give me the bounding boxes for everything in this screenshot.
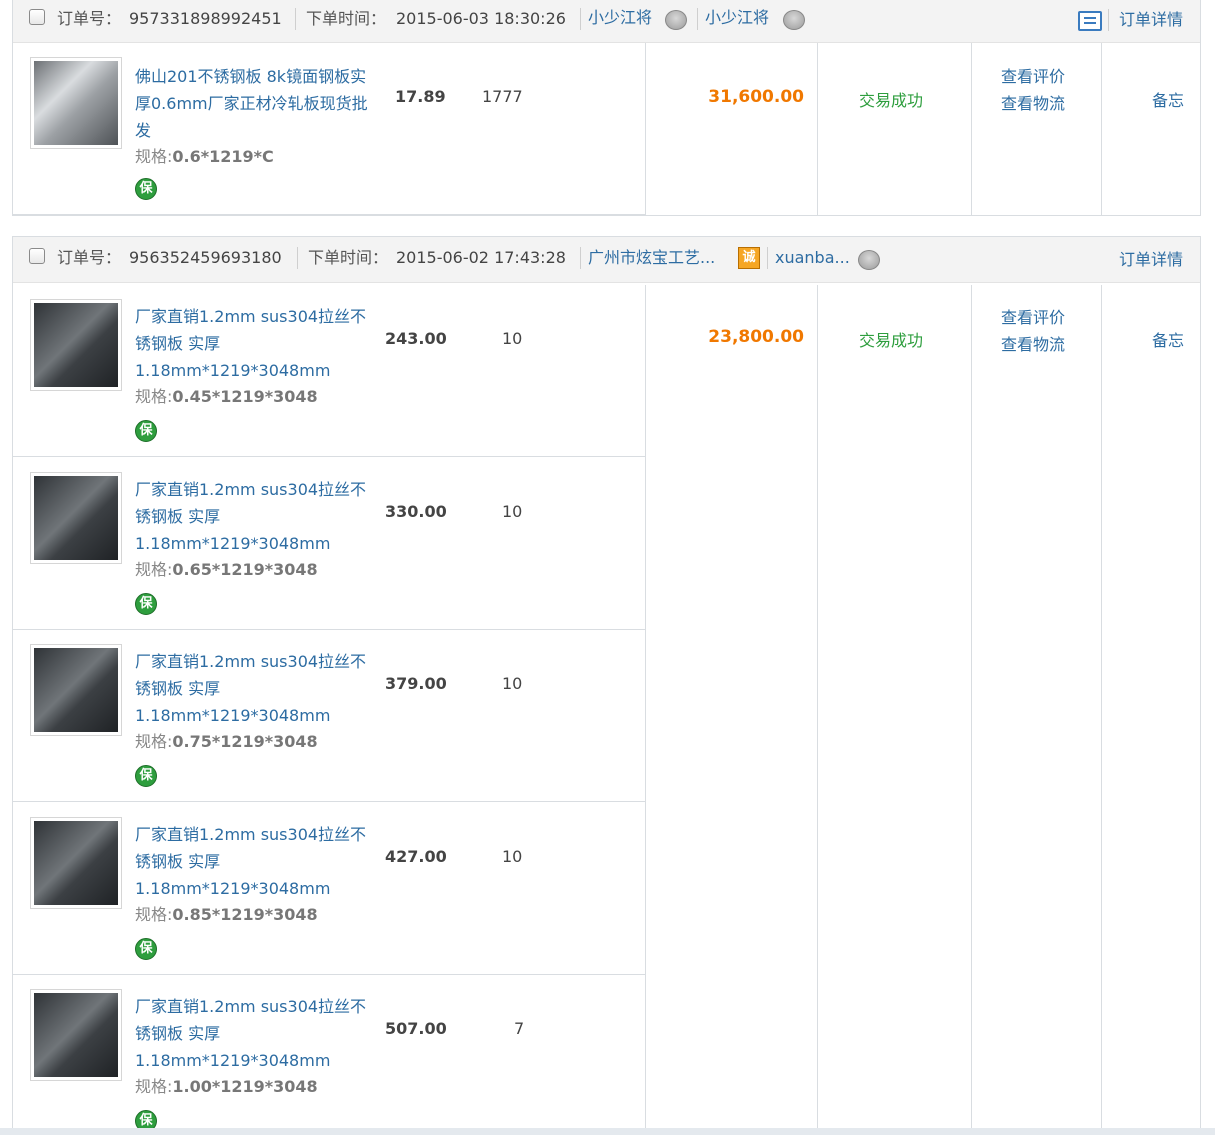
product-thumbnail[interactable] bbox=[30, 817, 122, 909]
order-item: 厂家直销1.2mm sus304拉丝不锈钢板 实厚1.18mm*1219*304… bbox=[13, 630, 645, 802]
checkbox-icon[interactable] bbox=[29, 9, 45, 25]
buyer-link[interactable]: 小少江将 bbox=[705, 8, 769, 28]
column-divider bbox=[645, 285, 646, 1135]
cheng-xin-badge-icon: 诚 bbox=[738, 247, 760, 269]
product-title-link[interactable]: 厂家直销1.2mm sus304拉丝不锈钢板 实厚1.18mm*1219*304… bbox=[135, 821, 375, 902]
product-thumbnail[interactable] bbox=[30, 644, 122, 736]
quantity: 10 bbox=[502, 847, 523, 866]
order-item: 厂家直销1.2mm sus304拉丝不锈钢板 实厚1.18mm*1219*304… bbox=[13, 458, 645, 630]
checkbox-icon[interactable] bbox=[29, 248, 45, 264]
bao-guarantee-icon: 保 bbox=[135, 593, 157, 615]
order-total-amount: 23,800.00 bbox=[708, 327, 804, 347]
product-thumbnail[interactable] bbox=[30, 472, 122, 564]
unit-price: 379.00 bbox=[385, 674, 447, 693]
order-item: 厂家直销1.2mm sus304拉丝不锈钢板 实厚1.18mm*1219*304… bbox=[13, 975, 645, 1135]
header-divider bbox=[580, 8, 581, 30]
bao-guarantee-icon: 保 bbox=[135, 765, 157, 787]
unit-price: 427.00 bbox=[385, 847, 447, 866]
order-time: 2015-06-02 17:43:28 bbox=[396, 248, 566, 267]
product-spec: 规格:0.85*1219*3048 bbox=[135, 905, 318, 924]
product-spec: 规格:0.6*1219*C bbox=[135, 147, 274, 166]
product-thumbnail[interactable] bbox=[30, 299, 122, 391]
order-item: 佛山201不锈钢板 8k镜面钢板实厚0.6mm厂家正材冷轧板现货批发 规格:0.… bbox=[13, 43, 645, 215]
column-divider bbox=[817, 43, 818, 215]
column-divider bbox=[1101, 43, 1102, 215]
order-detail-link[interactable]: 订单详情 bbox=[1119, 10, 1183, 30]
bao-guarantee-icon: 保 bbox=[135, 420, 157, 442]
order-detail-link[interactable]: 订单详情 bbox=[1119, 250, 1183, 270]
unit-price: 243.00 bbox=[385, 329, 447, 348]
quantity: 10 bbox=[502, 674, 523, 693]
view-review-link[interactable]: 查看评价 bbox=[1001, 304, 1065, 331]
order-time-label: 下单时间： bbox=[308, 248, 389, 267]
column-divider bbox=[971, 285, 972, 1135]
product-title-link[interactable]: 厂家直销1.2mm sus304拉丝不锈钢板 实厚1.18mm*1219*304… bbox=[135, 993, 375, 1074]
quantity: 1777 bbox=[482, 87, 523, 106]
column-divider bbox=[645, 43, 646, 215]
product-title-link[interactable]: 佛山201不锈钢板 8k镜面钢板实厚0.6mm厂家正材冷轧板现货批发 bbox=[135, 63, 375, 144]
quantity: 10 bbox=[502, 502, 523, 521]
wangwang-chat-icon[interactable] bbox=[665, 10, 687, 30]
header-divider bbox=[1108, 9, 1109, 31]
shop-link[interactable]: 广州市炫宝工艺... bbox=[588, 248, 715, 268]
header-divider bbox=[697, 8, 698, 30]
product-title-link[interactable]: 厂家直销1.2mm sus304拉丝不锈钢板 实厚1.18mm*1219*304… bbox=[135, 303, 375, 384]
order-number: 957331898992451 bbox=[129, 9, 282, 28]
product-title-link[interactable]: 厂家直销1.2mm sus304拉丝不锈钢板 实厚1.18mm*1219*304… bbox=[135, 476, 375, 557]
bao-guarantee-icon: 保 bbox=[135, 938, 157, 960]
view-review-link[interactable]: 查看评价 bbox=[1001, 63, 1065, 90]
order-status: 交易成功 bbox=[859, 331, 924, 350]
product-title-link[interactable]: 厂家直销1.2mm sus304拉丝不锈钢板 实厚1.18mm*1219*304… bbox=[135, 648, 375, 729]
unit-price: 330.00 bbox=[385, 502, 447, 521]
header-divider bbox=[767, 247, 768, 269]
header-divider bbox=[297, 247, 298, 269]
page-bottom-strip bbox=[0, 1128, 1215, 1135]
shop-link[interactable]: 小少江将 bbox=[588, 8, 652, 28]
column-divider bbox=[1101, 285, 1102, 1135]
view-logistics-link[interactable]: 查看物流 bbox=[1001, 90, 1065, 117]
order-number-label: 订单号： bbox=[57, 9, 122, 28]
order-time: 2015-06-03 18:30:26 bbox=[396, 9, 566, 28]
message-icon[interactable] bbox=[1078, 11, 1102, 31]
bao-guarantee-icon: 保 bbox=[135, 178, 157, 200]
unit-price: 507.00 bbox=[385, 1019, 447, 1038]
order-header: 订单号： 956352459693180 下单时间： 2015-06-02 17… bbox=[13, 237, 1200, 283]
order-item: 厂家直销1.2mm sus304拉丝不锈钢板 实厚1.18mm*1219*304… bbox=[13, 285, 645, 457]
view-logistics-link[interactable]: 查看物流 bbox=[1001, 331, 1065, 358]
order-number-label: 订单号： bbox=[57, 248, 122, 267]
wangwang-chat-icon[interactable] bbox=[783, 10, 805, 30]
quantity: 7 bbox=[514, 1019, 525, 1038]
order-item: 厂家直销1.2mm sus304拉丝不锈钢板 实厚1.18mm*1219*304… bbox=[13, 803, 645, 975]
column-divider bbox=[971, 43, 972, 215]
column-divider bbox=[817, 285, 818, 1135]
product-spec: 规格:0.45*1219*3048 bbox=[135, 387, 318, 406]
memo-link[interactable]: 备忘 bbox=[1152, 327, 1184, 351]
unit-price: 17.89 bbox=[395, 87, 446, 106]
product-thumbnail[interactable] bbox=[30, 989, 122, 1081]
order-status: 交易成功 bbox=[859, 91, 924, 110]
product-thumbnail[interactable] bbox=[30, 57, 122, 149]
order-time-label: 下单时间： bbox=[306, 9, 387, 28]
product-spec: 规格:0.75*1219*3048 bbox=[135, 732, 318, 751]
memo-link[interactable]: 备忘 bbox=[1152, 87, 1184, 111]
product-spec: 规格:0.65*1219*3048 bbox=[135, 560, 318, 579]
product-spec: 规格:1.00*1219*3048 bbox=[135, 1077, 318, 1096]
order-number: 956352459693180 bbox=[129, 248, 282, 267]
header-divider bbox=[580, 247, 581, 269]
header-divider bbox=[295, 8, 296, 30]
quantity: 10 bbox=[502, 329, 523, 348]
order-card: 订单号： 957331898992451 下单时间： 2015-06-03 18… bbox=[12, 0, 1201, 216]
order-header: 订单号： 957331898992451 下单时间： 2015-06-03 18… bbox=[13, 0, 1200, 43]
wangwang-chat-icon[interactable] bbox=[858, 250, 880, 270]
order-total-amount: 31,600.00 bbox=[708, 87, 804, 107]
order-card: 订单号： 956352459693180 下单时间： 2015-06-02 17… bbox=[12, 236, 1201, 1135]
buyer-link[interactable]: xuanba... bbox=[775, 248, 850, 268]
